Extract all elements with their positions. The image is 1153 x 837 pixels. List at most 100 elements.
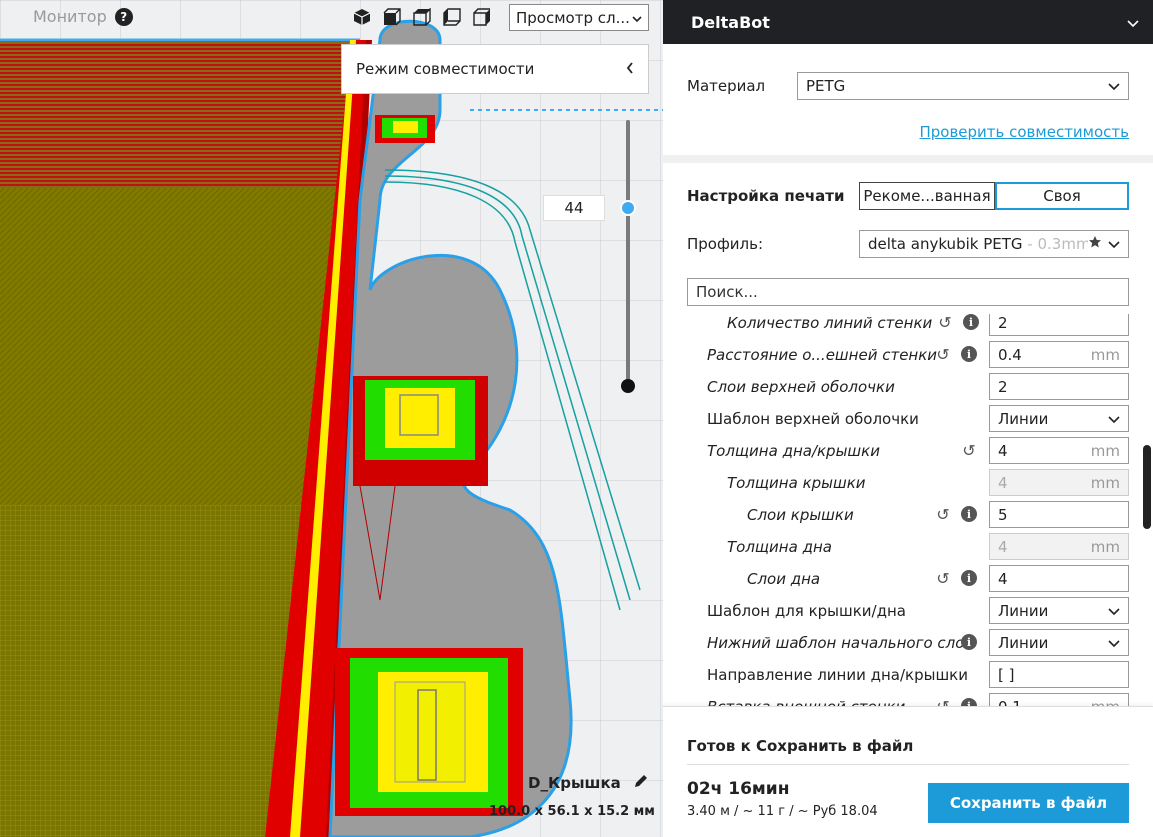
layer-slider-bottom-handle[interactable]: [621, 379, 635, 393]
material-label: Материал: [687, 77, 766, 95]
setting-row: Толщина дна/крышки ↺ 4 mm: [663, 434, 1153, 466]
setting-value: 0.4: [998, 345, 1022, 364]
setting-row: Шаблон верхней оболочки Линии: [663, 402, 1153, 434]
setting-input[interactable]: 4 mm: [989, 437, 1129, 464]
setting-label: Шаблон верхней оболочки: [707, 410, 919, 428]
info-icon[interactable]: i: [961, 570, 977, 586]
setting-label: Слои верхней оболочки: [707, 378, 895, 396]
settings-sidebar: DeltaBot Материал PETG Проверить совмест…: [663, 0, 1153, 837]
reset-icon[interactable]: ↺: [935, 697, 951, 707]
info-icon[interactable]: i: [961, 698, 977, 706]
monitor-label: Монитор: [33, 7, 107, 26]
compatibility-mode-panel[interactable]: Режим совместимости: [341, 44, 649, 94]
info-icon[interactable]: i: [961, 346, 977, 362]
setting-input[interactable]: 0.1 mm: [989, 693, 1129, 706]
setting-row: Вставка внешней стенки ↺ i 0.1 mm: [663, 690, 1153, 706]
chevron-down-icon: [1127, 13, 1139, 32]
layer-preview-scene[interactable]: [0, 0, 663, 837]
setting-row: Расстояние о...ешней стенки ↺ i 0.4 mm: [663, 338, 1153, 370]
chevron-down-icon: [1108, 634, 1120, 652]
edit-icon[interactable]: [633, 773, 649, 793]
setting-value: 4: [998, 473, 1008, 492]
view-front-icon[interactable]: [380, 5, 404, 29]
setting-select[interactable]: Линии: [989, 597, 1129, 624]
settings-search-input[interactable]: Поиск...: [687, 278, 1129, 306]
layer-slider[interactable]: [618, 120, 638, 395]
chevron-down-icon: [1108, 410, 1120, 428]
chevron-left-icon[interactable]: [626, 60, 634, 78]
monitor-tab[interactable]: Монитор ?: [33, 7, 133, 26]
view-3d-icon[interactable]: [350, 5, 374, 29]
setting-input[interactable]: 0.4 mm: [989, 341, 1129, 368]
setting-label: Слои дна: [747, 570, 821, 588]
settings-list[interactable]: Количество линий стенки ↺ i 2 Расстояние…: [663, 314, 1153, 706]
setting-value: [ ]: [998, 665, 1015, 684]
help-icon[interactable]: ?: [114, 7, 133, 26]
3d-viewport[interactable]: Монитор ? Просмотр сл... Режим совместим…: [0, 0, 663, 837]
layer-number-input[interactable]: 44: [543, 195, 605, 221]
setting-input[interactable]: 2: [989, 373, 1129, 400]
setting-unit: mm: [1090, 441, 1120, 460]
setting-row: Толщина крышки 4 mm: [663, 466, 1153, 498]
setting-label: Шаблон для крышки/дна: [707, 602, 906, 620]
setting-row: Толщина дна 4 mm: [663, 530, 1153, 562]
setting-icons: ↺: [961, 441, 977, 460]
chevron-down-icon: [1108, 77, 1120, 95]
setting-label: Расстояние о...ешней стенки: [707, 346, 938, 364]
setting-input[interactable]: [ ]: [989, 661, 1129, 688]
save-to-file-button[interactable]: Сохранить в файл: [928, 783, 1129, 823]
check-compatibility-link[interactable]: Проверить совместимость: [919, 123, 1129, 141]
setting-input[interactable]: 2: [989, 314, 1129, 336]
setting-label: Количество линий стенки: [727, 314, 933, 332]
profile-row: Профиль: delta anykubik PETG - 0.3mm: [687, 230, 1129, 258]
printer-selector[interactable]: DeltaBot: [663, 0, 1153, 44]
info-icon[interactable]: i: [961, 634, 977, 650]
setting-value: Линии: [998, 633, 1049, 652]
material-value: PETG: [806, 77, 846, 95]
setting-row: Слои дна ↺ i 4: [663, 562, 1153, 594]
star-icon[interactable]: [1088, 235, 1102, 253]
setting-label: Толщина дна/крышки: [707, 442, 880, 460]
profile-sub: - 0.3mm: [1022, 235, 1088, 253]
mode-recommended-button[interactable]: Рекоме...ванная: [859, 182, 995, 210]
setting-label: Нижний шаблон начального слоя: [707, 634, 974, 652]
view-type-select[interactable]: Просмотр сл...: [509, 4, 649, 31]
view-right-icon[interactable]: [470, 5, 494, 29]
layer-slider-track[interactable]: [626, 120, 630, 388]
info-icon[interactable]: i: [963, 314, 979, 330]
reset-icon[interactable]: ↺: [935, 505, 951, 524]
view-type-value: Просмотр сл...: [516, 8, 630, 27]
setting-value: 4: [998, 441, 1008, 460]
info-icon[interactable]: i: [961, 506, 977, 522]
setting-unit: mm: [1090, 345, 1120, 364]
model-infill: [0, 188, 352, 508]
profile-select[interactable]: delta anykubik PETG - 0.3mm: [859, 230, 1129, 258]
setting-icons: ↺ i: [935, 697, 977, 707]
reset-icon[interactable]: ↺: [935, 569, 951, 588]
print-setup-row: Настройка печати Рекоме...ванная Своя: [687, 182, 1129, 210]
setting-select[interactable]: Линии: [989, 629, 1129, 656]
setting-icons: ↺ i: [937, 314, 979, 332]
setting-label: Толщина дна: [727, 538, 832, 556]
reset-icon[interactable]: ↺: [937, 314, 953, 332]
settings-scrollbar[interactable]: [1143, 445, 1151, 529]
setting-select[interactable]: Линии: [989, 405, 1129, 432]
setting-value: 2: [998, 314, 1008, 332]
setting-value: 0.1: [998, 698, 1022, 707]
print-summary-footer: Готов к Сохранить в файл 02ч 16мин 3.40 …: [663, 706, 1153, 837]
setting-input[interactable]: 4: [989, 565, 1129, 592]
view-top-icon[interactable]: [410, 5, 434, 29]
setting-value: 4: [998, 537, 1008, 556]
material-select[interactable]: PETG: [797, 72, 1129, 100]
setting-icons: ↺ i: [935, 505, 977, 524]
reset-icon[interactable]: ↺: [961, 441, 977, 460]
layer-slider-top-handle[interactable]: [620, 200, 636, 216]
profile-label: Профиль:: [687, 235, 764, 253]
view-left-icon[interactable]: [440, 5, 464, 29]
reset-icon[interactable]: ↺: [935, 345, 951, 364]
search-placeholder: Поиск...: [696, 283, 758, 301]
object-dimensions: 100.0 x 56.1 x 15.2 мм: [489, 804, 655, 819]
mode-custom-button[interactable]: Своя: [995, 182, 1129, 210]
setting-value: Линии: [998, 601, 1049, 620]
setting-input[interactable]: 5: [989, 501, 1129, 528]
